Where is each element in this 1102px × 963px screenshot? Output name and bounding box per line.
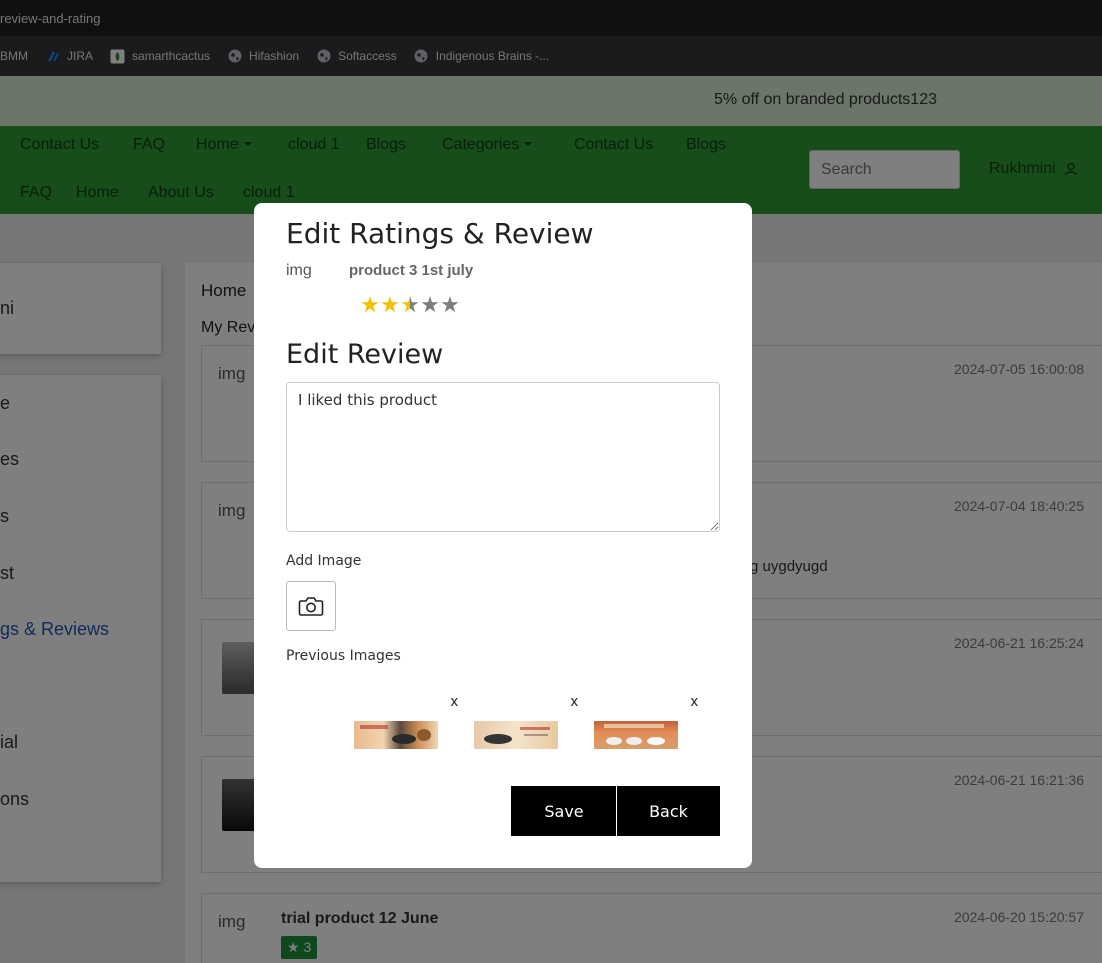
star-icon[interactable]: ★	[420, 293, 440, 319]
product-image: img	[286, 262, 312, 279]
save-button[interactable]: Save	[511, 786, 617, 836]
review-textarea[interactable]: I liked this product	[286, 382, 720, 532]
previous-image-item: x	[474, 693, 594, 753]
add-image-button[interactable]	[286, 581, 336, 631]
star-icon[interactable]: ★	[360, 293, 380, 319]
previous-image-thumbnail[interactable]	[354, 721, 438, 749]
remove-image-button[interactable]: x	[571, 693, 579, 710]
star-half-icon[interactable]: ★	[400, 293, 420, 319]
back-button[interactable]: Back	[616, 786, 720, 836]
previous-images-label: Previous Images	[286, 648, 401, 664]
previous-image-thumbnail[interactable]	[594, 721, 678, 749]
product-name: product 3 1st july	[349, 262, 474, 279]
star-icon[interactable]: ★	[380, 293, 400, 319]
previous-image-item: x	[594, 693, 714, 753]
edit-review-heading: Edit Review	[286, 339, 444, 370]
edit-review-modal: Edit Ratings & Review img product 3 1st …	[254, 203, 752, 868]
modal-title: Edit Ratings & Review	[286, 217, 594, 250]
remove-image-button[interactable]: x	[451, 693, 459, 710]
remove-image-button[interactable]: x	[691, 693, 699, 710]
previous-image-item: x	[354, 693, 474, 753]
star-icon[interactable]: ★	[440, 293, 460, 319]
add-image-label: Add Image	[286, 553, 362, 569]
star-rating[interactable]: ★ ★ ★ ★ ★	[360, 293, 460, 319]
previous-image-thumbnail[interactable]	[474, 721, 558, 749]
camera-icon	[298, 595, 324, 617]
